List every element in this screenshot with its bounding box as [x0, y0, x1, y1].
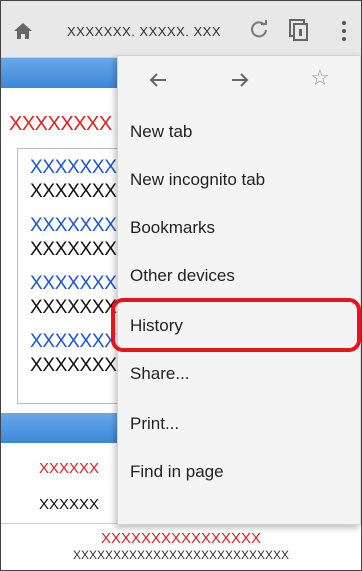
card-link[interactable]: XXXXXXX: [30, 157, 117, 179]
menu-item-other-devices[interactable]: Other devices: [118, 252, 360, 300]
browser-toolbar: XXXXXXX. XXXXX. XXX: [1, 1, 361, 58]
menu-item-bookmarks[interactable]: Bookmarks: [118, 204, 360, 252]
back-arrow-icon[interactable]: [148, 70, 168, 90]
card-link[interactable]: XXXXXXX: [30, 331, 117, 353]
tab-switcher-icon[interactable]: [289, 19, 309, 41]
card-text: XXXXXXX: [30, 239, 117, 260]
browser-window: XXXXXXX. XXXXX. XXX XXXXXXXX XXXXXXX XXX…: [0, 0, 362, 571]
menu-dot: [342, 37, 346, 41]
overflow-menu-icon[interactable]: [339, 19, 349, 43]
url-text: XXXXXXX. XXXXX. XXX: [67, 23, 222, 39]
footer-black-text: XXXXXXXXXXXXXXXXXXXXXXXXXXX: [72, 548, 290, 562]
menu-item-new-tab[interactable]: New tab: [118, 108, 360, 156]
address-bar[interactable]: XXXXXXX. XXXXX. XXX: [49, 15, 279, 47]
menu-item-find-in-page[interactable]: Find in page: [118, 448, 360, 496]
card-text: XXXXXXX: [30, 181, 117, 202]
history-highlight-box: [111, 298, 361, 352]
star-icon[interactable]: ☆: [308, 66, 332, 90]
card-link[interactable]: XXXXXXX: [30, 273, 117, 295]
card-text: XXXXXXX: [30, 355, 117, 376]
overflow-menu: ☆ New tab New incognito tab Bookmarks Ot…: [117, 55, 361, 525]
forward-arrow-icon[interactable]: [230, 70, 250, 90]
card-link[interactable]: XXXXXXX: [30, 215, 117, 237]
menu-item-share[interactable]: Share...: [118, 350, 360, 398]
page-red-heading[interactable]: XXXXXXXX: [9, 113, 112, 136]
menu-nav-row: ☆: [118, 56, 360, 106]
row-red-text[interactable]: XXXXXX: [39, 460, 99, 477]
menu-item-new-incognito-tab[interactable]: New incognito tab: [118, 156, 360, 204]
menu-dot: [342, 21, 346, 25]
menu-item-print[interactable]: Print...: [118, 400, 360, 448]
card-text: XXXXXXX: [30, 297, 117, 318]
home-icon[interactable]: [11, 19, 35, 43]
row-black-text: XXXXXX: [39, 496, 100, 513]
reload-icon[interactable]: [249, 19, 269, 44]
menu-dot: [342, 29, 346, 33]
footer-red-text[interactable]: XXXXXXXXXXXXXXXX: [1, 530, 361, 547]
